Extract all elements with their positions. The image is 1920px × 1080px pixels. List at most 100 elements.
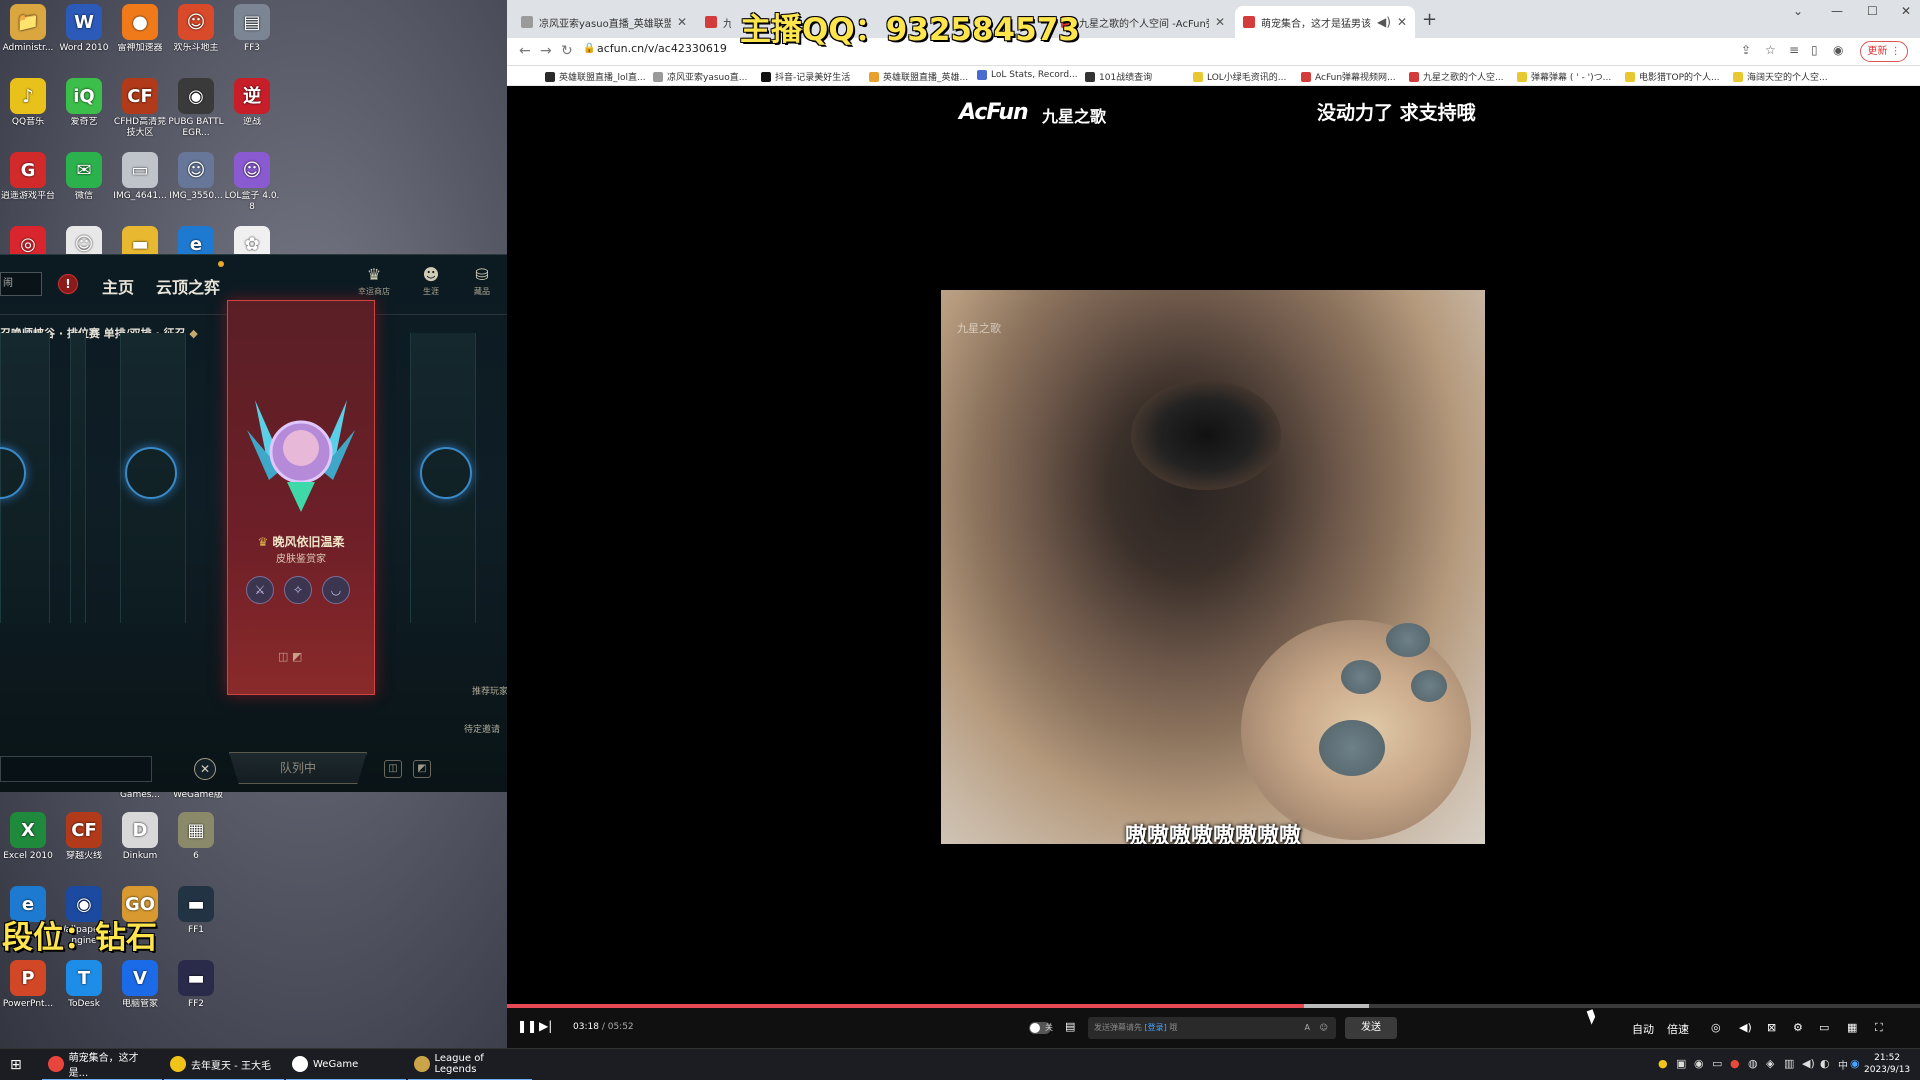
browser-tab[interactable]: 九星之歌 xyxy=(697,6,739,38)
desktop-icon[interactable]: ♪ QQ音乐 xyxy=(0,78,56,128)
bookmark-item[interactable]: 英雄联盟直播_lol直... xyxy=(545,70,646,83)
collection-button[interactable]: ⛁ 藏品 xyxy=(459,265,505,297)
desktop-icon[interactable]: CF 穿越火线 xyxy=(56,812,112,862)
lucky-shop-button[interactable]: ♛ 幸运商店 xyxy=(351,265,397,297)
reload-icon[interactable]: ↻ xyxy=(561,43,573,59)
bookmark-item[interactable]: 英雄联盟直播_英雄... xyxy=(869,70,968,83)
taskbar-item-browser[interactable]: 萌宠集合，这才是... xyxy=(42,1049,162,1080)
audio-icon[interactable]: ◀) xyxy=(1377,15,1391,29)
desktop-icon[interactable]: 逆逆战 xyxy=(224,78,280,128)
bookmark-item[interactable]: 101战绩查询 xyxy=(1085,70,1152,83)
bookmark-item[interactable]: AcFun弹幕视频网... xyxy=(1301,70,1396,83)
lol-friend-search[interactable]: 闹 xyxy=(0,272,42,296)
tray-app-icon[interactable]: ● xyxy=(1730,1057,1740,1070)
send-button[interactable]: 发送 xyxy=(1345,1017,1397,1039)
browser-tab[interactable]: 凉风亚索yasuo直播_英雄联盟直 ✕ xyxy=(513,6,695,38)
danmu-settings-icon[interactable]: ▤ xyxy=(1065,1020,1075,1033)
bookmark-item[interactable]: LOL小绿毛资讯的... xyxy=(1193,70,1286,83)
desktop-icon[interactable]: T ToDesk xyxy=(56,960,112,1010)
pip-icon[interactable]: ▭ xyxy=(1819,1021,1829,1034)
notification-icon[interactable]: ◉ xyxy=(1850,1057,1860,1070)
desktop-icon[interactable]: ● 雷神加速器 xyxy=(112,4,168,54)
tab-search-icon[interactable]: ⌄ xyxy=(1793,4,1803,18)
desktop-icon[interactable]: ☺ 欢乐斗地主 xyxy=(168,4,224,54)
fullscreen-icon[interactable]: ⛶ xyxy=(1875,1021,1883,1035)
bookmark-item[interactable]: 抖音-记录美好生活 xyxy=(761,70,850,83)
edit-icon[interactable]: ◩ xyxy=(413,760,431,778)
desktop-icon[interactable]: ☺ LOL盒子 4.0.8 xyxy=(224,152,280,213)
danmu-off-icon[interactable]: ⊠ xyxy=(1767,1021,1776,1034)
desktop-icon[interactable]: V 电脑管家 xyxy=(112,960,168,1010)
invite-ring[interactable] xyxy=(420,447,472,499)
pause-icon[interactable]: ❚❚ xyxy=(517,1019,537,1033)
desktop-icon[interactable]: ▬ FF1 xyxy=(168,886,224,936)
in-queue-button[interactable]: 队列中 xyxy=(229,752,367,784)
back-icon[interactable]: ← xyxy=(519,43,531,59)
desktop-icon[interactable]: D Dinkum xyxy=(112,812,168,862)
desktop-icon[interactable]: ▭ IMG_4641... xyxy=(112,152,168,202)
profile-button[interactable]: ☻ 生涯 xyxy=(408,265,454,297)
chat-input[interactable] xyxy=(0,756,152,782)
close-tab-icon[interactable]: ✕ xyxy=(677,15,687,29)
tray-app-icon[interactable]: ◈ xyxy=(1766,1057,1774,1070)
browser-tab-active[interactable]: 萌宠集合，这才是猛男该求助...◀)✕ xyxy=(1235,6,1415,38)
taskbar-item-lol[interactable]: League of Legends xyxy=(408,1049,532,1080)
profile-icon[interactable]: ◉ xyxy=(1833,43,1843,57)
suggested-players[interactable]: 推荐玩家 xyxy=(472,684,508,697)
forward-icon[interactable]: → xyxy=(540,43,552,59)
cancel-queue-icon[interactable]: ✕ xyxy=(194,758,216,780)
volume-icon[interactable]: ◀) xyxy=(1739,1021,1752,1034)
danmu-input[interactable]: 发送弹幕请先 [登录] 哦 A ☺ xyxy=(1088,1017,1336,1039)
update-button[interactable]: 更新 ⋮ xyxy=(1860,41,1908,62)
alert-icon[interactable]: ! xyxy=(58,274,78,294)
input-language[interactable]: 中 xyxy=(1838,1057,1848,1072)
desktop-icon[interactable]: ▦ 6 xyxy=(168,812,224,862)
bookmark-item[interactable]: 弹幕弹幕 ( ' - ')つ... xyxy=(1517,70,1611,83)
pending-invites[interactable]: 待定邀请 xyxy=(464,722,500,735)
loop-icon[interactable]: ◎ xyxy=(1711,1021,1721,1034)
minimize-button[interactable]: — xyxy=(1831,4,1843,18)
desktop-icon[interactable]: W Word 2010 xyxy=(56,4,112,54)
share-icon[interactable]: ⇪ xyxy=(1741,43,1751,57)
tray-app-icon[interactable]: ◐ xyxy=(1820,1057,1830,1070)
bookmark-item[interactable]: 凉风亚索yasuo直... xyxy=(653,70,747,83)
speed-button[interactable]: 倍速 xyxy=(1667,1021,1689,1037)
bookmark-item[interactable]: LoL Stats, Record... xyxy=(977,70,1078,80)
network-icon[interactable]: ▥ xyxy=(1784,1057,1794,1070)
video-player[interactable]: AcFun 九星之歌 没动力了 求支持哦 九星之歌 嗷嗷嗷嗷嗷嗷嗷嗷 ❚❚ ▶|… xyxy=(507,86,1920,1048)
tray-app-icon[interactable]: ▣ xyxy=(1676,1057,1686,1070)
settings-icon[interactable]: ⚙ xyxy=(1793,1021,1803,1034)
desktop-icon[interactable]: ✉ 微信 xyxy=(56,152,112,202)
bookmark-item[interactable]: 电影猎TOP的个人... xyxy=(1625,70,1720,83)
browser-tab[interactable]: 九星之歌的个人空间 -AcFun弹幕✕ xyxy=(1053,6,1233,38)
desktop-icon[interactable]: X Excel 2010 xyxy=(0,812,56,862)
video-frame[interactable]: 九星之歌 嗷嗷嗷嗷嗷嗷嗷嗷 xyxy=(941,290,1485,844)
nav-home[interactable]: 主页 xyxy=(102,274,134,298)
sidebar-icon[interactable]: ▯ xyxy=(1811,43,1818,57)
lobby-settings-icon[interactable]: ◫ xyxy=(384,760,402,778)
reading-list-icon[interactable]: ≡ xyxy=(1789,43,1799,57)
url-field[interactable]: acfun.cn/v/ac42330619 xyxy=(597,42,727,55)
new-tab-button[interactable]: + xyxy=(1422,9,1437,30)
maximize-button[interactable]: ☐ xyxy=(1867,4,1878,18)
desktop-icon[interactable]: ☺ IMG_3550... xyxy=(168,152,224,202)
tray-app-icon[interactable]: ▭ xyxy=(1712,1057,1722,1070)
card-action-icons[interactable]: ◫ ◩ xyxy=(278,650,302,663)
desktop-icon[interactable]: 📁 Administr... xyxy=(0,4,56,54)
invite-ring[interactable] xyxy=(125,447,177,499)
close-window-button[interactable]: ✕ xyxy=(1901,4,1911,18)
desktop-icon[interactable]: CF CFHD高清竞技大区 xyxy=(112,78,168,139)
next-icon[interactable]: ▶| xyxy=(539,1019,552,1033)
desktop-icon[interactable]: ▬ FF2 xyxy=(168,960,224,1010)
tray-app-icon[interactable]: ◉ xyxy=(1694,1057,1704,1070)
tray-app-icon[interactable]: ● xyxy=(1658,1057,1668,1070)
bookmark-item[interactable]: 九星之歌的个人空... xyxy=(1409,70,1504,83)
widescreen-icon[interactable]: ▦ xyxy=(1847,1021,1857,1034)
close-tab-icon[interactable]: ✕ xyxy=(1215,15,1225,29)
desktop-icon[interactable]: ▤ FF3 xyxy=(224,4,280,54)
start-windows-icon[interactable]: ⊞ xyxy=(10,1057,22,1073)
bookmark-star-icon[interactable]: ☆ xyxy=(1765,43,1776,57)
desktop-icon[interactable]: iQ 爱奇艺 xyxy=(56,78,112,128)
desktop-icon[interactable]: ◉ PUBG BATTLEGR... xyxy=(168,78,224,139)
taskbar-item-music[interactable]: 去年夏天 - 王大毛 xyxy=(164,1049,284,1080)
